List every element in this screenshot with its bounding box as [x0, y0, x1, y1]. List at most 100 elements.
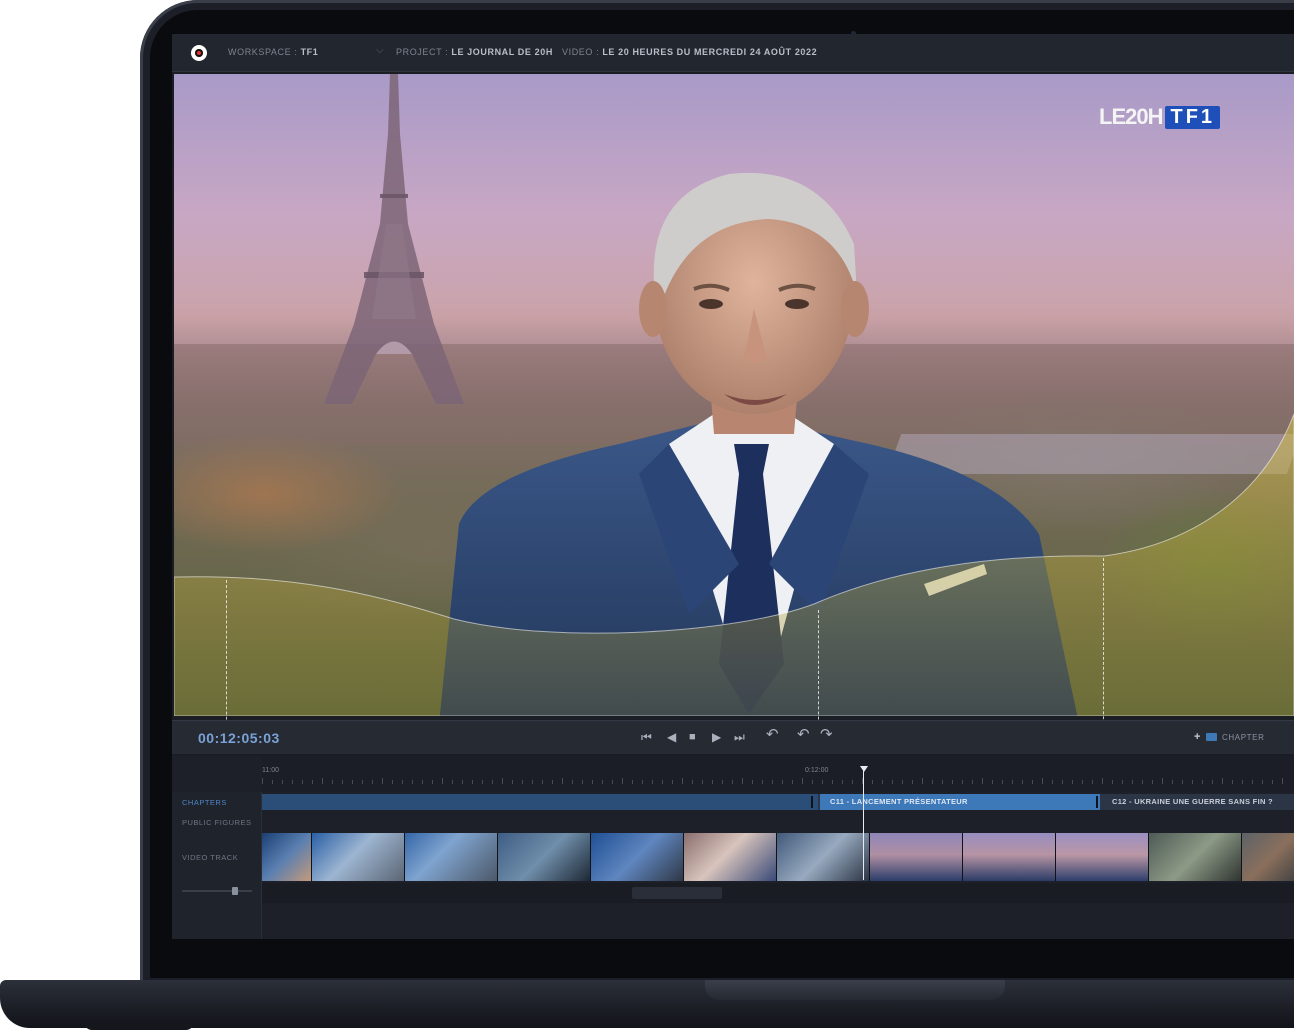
- ruler-tick: [912, 780, 913, 784]
- ruler-tick: [1182, 780, 1183, 784]
- video-thumbnail[interactable]: [684, 833, 776, 881]
- ruler-tick: [1012, 780, 1013, 784]
- ruler-tick: [842, 780, 843, 784]
- video-thumbnail[interactable]: [1242, 833, 1294, 881]
- app-screen: WORKSPACE : TF1 ⌵ PROJECT : LE JOURNAL D…: [172, 34, 1294, 939]
- transport-bar: 00:12:05:03 ⏮ ◀ ■ ▶ ⏭ ↶ ↶ ↷ + CHAPTER: [172, 720, 1294, 754]
- ruler-tick: [342, 780, 343, 784]
- video-thumbnail[interactable]: [312, 833, 404, 881]
- ruler-tick: [742, 778, 743, 784]
- audio-waveform-overlay: [174, 413, 1294, 716]
- track-label-video-track[interactable]: VIDEO TRACK: [182, 853, 238, 862]
- step-back-icon[interactable]: ◀: [667, 730, 676, 744]
- ruler-tick: [1022, 780, 1023, 784]
- track-label-public-figures[interactable]: PUBLIC FIGURES: [182, 818, 252, 827]
- ruler-tick: [692, 780, 693, 784]
- video-thumbnail[interactable]: [498, 833, 590, 881]
- ruler-tick: [872, 780, 873, 784]
- scrollbar-thumb[interactable]: [632, 887, 722, 899]
- video-thumbnail[interactable]: [262, 833, 311, 881]
- ruler-tick: [592, 780, 593, 784]
- ruler-tick: [532, 780, 533, 784]
- video-thumbnail[interactable]: [963, 833, 1055, 881]
- forward-loop-icon[interactable]: ↷: [820, 727, 833, 742]
- ruler-tick: [802, 778, 803, 784]
- skip-forward-icon[interactable]: ⏭: [734, 730, 745, 744]
- video-track-filmstrip[interactable]: [262, 833, 1294, 881]
- ruler-tick: [782, 780, 783, 784]
- workspace-value: TF1: [300, 47, 319, 57]
- ruler-tick: [332, 780, 333, 784]
- track-label-chapters[interactable]: CHAPTERS: [182, 798, 227, 807]
- video-thumbnail[interactable]: [1149, 833, 1241, 881]
- video-player[interactable]: LE20H TF1: [174, 74, 1294, 716]
- ruler-tick: [892, 780, 893, 784]
- breadcrumb-video[interactable]: VIDEO : LE 20 HEURES DU MERCREDI 24 AOÛT…: [562, 47, 817, 57]
- chapter-label: C12 - UKRAINE UNE GUERRE SANS FIN ?: [1112, 797, 1273, 806]
- chapter-handle[interactable]: [1096, 796, 1098, 808]
- chevron-down-icon[interactable]: ⌵: [800, 45, 808, 56]
- ruler-tick: [272, 780, 273, 784]
- ruler-tick: [1092, 780, 1093, 784]
- ruler-tick: [762, 780, 763, 784]
- ruler-tick: [902, 780, 903, 784]
- play-icon[interactable]: ▶: [712, 730, 721, 744]
- rewind-loop-icon[interactable]: ↶: [797, 727, 810, 742]
- ruler-tick: [812, 780, 813, 784]
- chapters-track: C11 - LANCEMENT PRÉSENTATEUR C12 - UKRAI…: [262, 794, 1294, 810]
- timecode-display: 00:12:05:03: [198, 730, 280, 746]
- ruler-label: 11:00: [262, 767, 279, 774]
- chevron-down-icon[interactable]: ⌵: [541, 45, 549, 56]
- ruler-tick: [442, 778, 443, 784]
- time-ruler[interactable]: 11:00 0:12:00: [262, 756, 1294, 792]
- marker-line[interactable]: [1103, 558, 1104, 744]
- ruler-tick: [962, 780, 963, 784]
- ruler-tick: [472, 780, 473, 784]
- ruler-tick: [362, 780, 363, 784]
- ruler-tick: [452, 780, 453, 784]
- ruler-tick: [1242, 780, 1243, 784]
- add-chapter-button[interactable]: + CHAPTER: [1194, 731, 1264, 743]
- ruler-tick: [1042, 778, 1043, 784]
- video-thumbnail[interactable]: [591, 833, 683, 881]
- ruler-tick: [1232, 780, 1233, 784]
- chapter-block-current[interactable]: C11 - LANCEMENT PRÉSENTATEUR: [820, 794, 1100, 810]
- ruler-tick: [322, 778, 323, 784]
- ruler-tick: [832, 780, 833, 784]
- video-thumbnail[interactable]: [1056, 833, 1148, 881]
- video-thumbnail[interactable]: [405, 833, 497, 881]
- playhead-handle[interactable]: [860, 766, 868, 772]
- ruler-tick: [952, 780, 953, 784]
- app-logo-icon[interactable]: [191, 45, 207, 61]
- ruler-tick: [822, 780, 823, 784]
- ruler-tick: [942, 780, 943, 784]
- timeline-scrollbar[interactable]: [262, 883, 1294, 903]
- ruler-tick: [1212, 780, 1213, 784]
- chevron-down-icon[interactable]: ⌵: [376, 45, 384, 56]
- public-figures-track[interactable]: [262, 812, 1294, 832]
- ruler-tick: [382, 778, 383, 784]
- ruler-tick: [1192, 780, 1193, 784]
- ruler-tick: [932, 780, 933, 784]
- undo-icon[interactable]: ↶: [766, 727, 779, 742]
- chapter-block[interactable]: [262, 794, 818, 810]
- chapter-handle[interactable]: [811, 796, 813, 808]
- chapter-block[interactable]: C12 - UKRAINE UNE GUERRE SANS FIN ?: [1102, 794, 1294, 810]
- track-labels: CHAPTERS PUBLIC FIGURES VIDEO TRACK: [172, 792, 262, 939]
- ruler-tick: [652, 780, 653, 784]
- breadcrumb-workspace[interactable]: WORKSPACE : TF1: [228, 47, 318, 57]
- ruler-tick: [622, 778, 623, 784]
- playhead-line[interactable]: [863, 768, 864, 880]
- breadcrumb-project[interactable]: PROJECT : LE JOURNAL DE 20H: [396, 47, 553, 57]
- stop-icon[interactable]: ■: [689, 730, 696, 744]
- zoom-slider[interactable]: [182, 887, 252, 895]
- ruler-tick: [1122, 780, 1123, 784]
- ruler-tick: [352, 780, 353, 784]
- video-thumbnail[interactable]: [777, 833, 869, 881]
- video-thumbnail[interactable]: [870, 833, 962, 881]
- skip-back-icon[interactable]: ⏮: [641, 730, 652, 744]
- ruler-tick: [712, 780, 713, 784]
- ruler-tick: [702, 780, 703, 784]
- zoom-slider-knob[interactable]: [232, 887, 238, 895]
- ruler-tick: [1142, 780, 1143, 784]
